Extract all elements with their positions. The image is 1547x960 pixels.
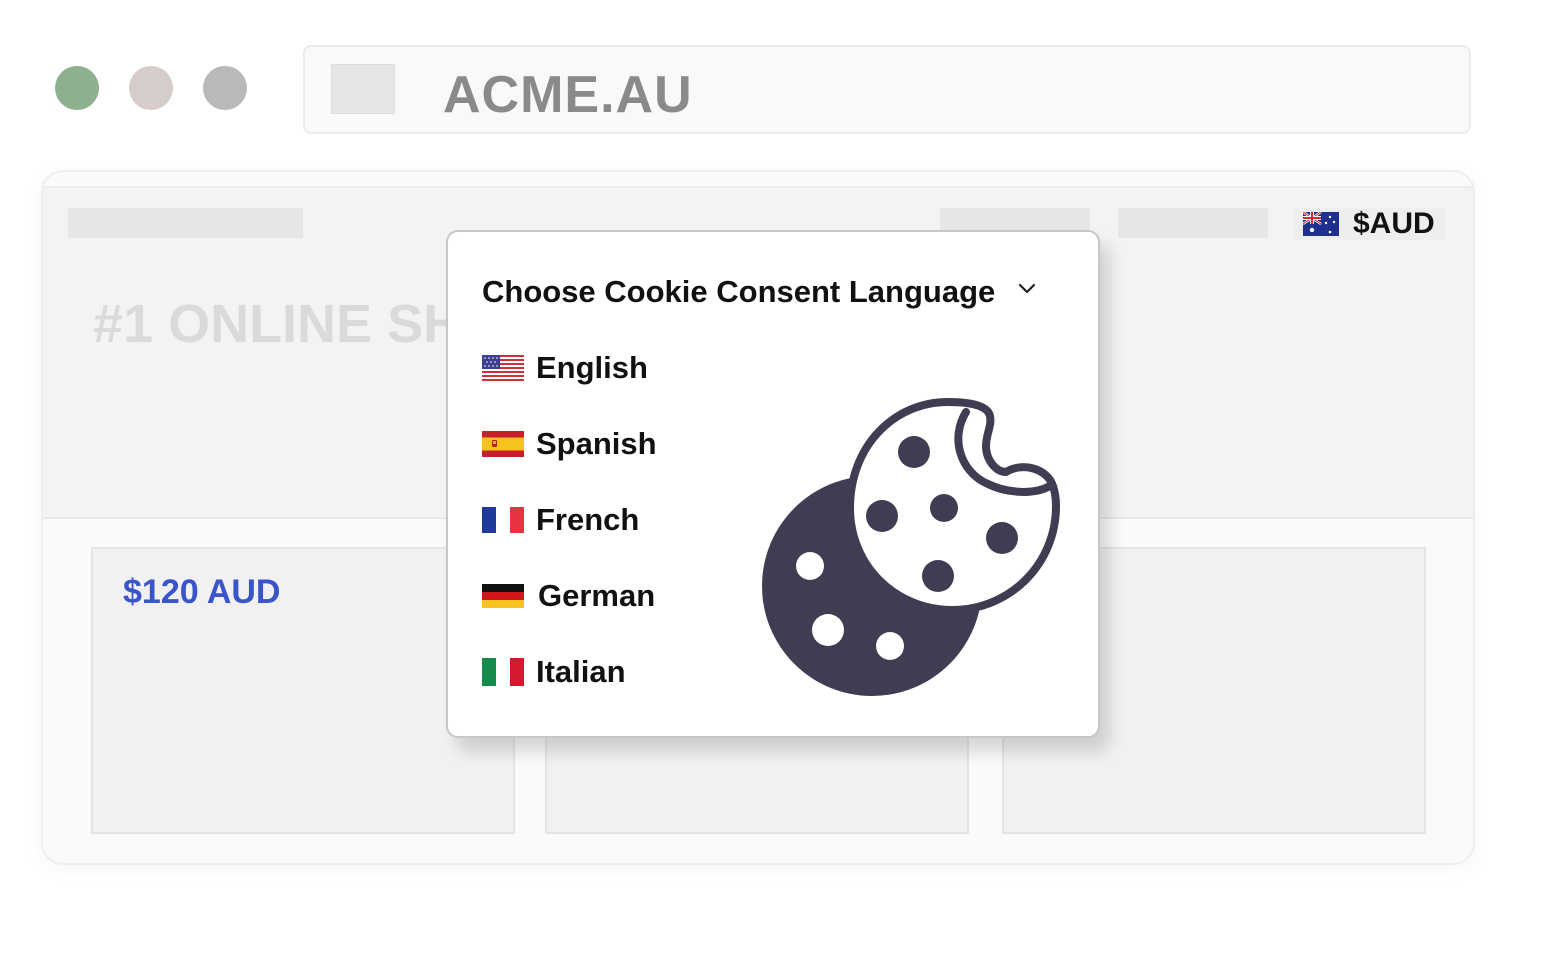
language-label: Italian [536, 654, 626, 689]
language-option-german[interactable]: German [482, 576, 655, 616]
nav-link-placeholder[interactable] [1118, 208, 1268, 238]
us-flag-icon [482, 355, 524, 381]
window-maximize-button[interactable] [203, 66, 247, 110]
site-logo-placeholder[interactable] [68, 208, 303, 238]
address-bar[interactable]: ACME.AU [303, 45, 1471, 134]
cookie-language-popup: Choose Cookie Consent Language English S… [446, 230, 1100, 738]
window-minimize-button[interactable] [129, 66, 173, 110]
language-option-french[interactable]: French [482, 500, 639, 540]
language-dropdown[interactable]: Choose Cookie Consent Language [482, 274, 995, 310]
popup-title: Choose Cookie Consent Language [482, 274, 996, 309]
france-flag-icon [482, 507, 524, 533]
germany-flag-icon [482, 584, 524, 608]
language-label: German [538, 578, 656, 613]
language-label: Spanish [536, 426, 657, 461]
spain-flag-icon [482, 431, 524, 457]
favicon-icon [331, 64, 395, 114]
language-option-italian[interactable]: Italian [482, 652, 626, 692]
currency-selector[interactable]: $AUD [1295, 207, 1445, 240]
currency-label: $AUD [1353, 207, 1435, 240]
address-text: ACME.AU [443, 66, 693, 124]
chevron-down-icon[interactable] [1016, 282, 1038, 296]
cookie-icon [762, 398, 1060, 696]
window-close-button[interactable] [55, 66, 99, 110]
product-price: $120 AUD [123, 573, 281, 611]
language-option-spanish[interactable]: Spanish [482, 424, 657, 464]
language-label: French [536, 502, 640, 537]
australia-flag-icon [1303, 212, 1339, 236]
browser-window: ACME.AU $AUD #1 ONLINE SH $120 AUD Choos… [0, 0, 1547, 960]
italy-flag-icon [482, 658, 524, 686]
language-option-english[interactable]: English [482, 348, 648, 388]
hero-title: #1 ONLINE SH [93, 294, 463, 354]
language-label: English [536, 350, 648, 385]
